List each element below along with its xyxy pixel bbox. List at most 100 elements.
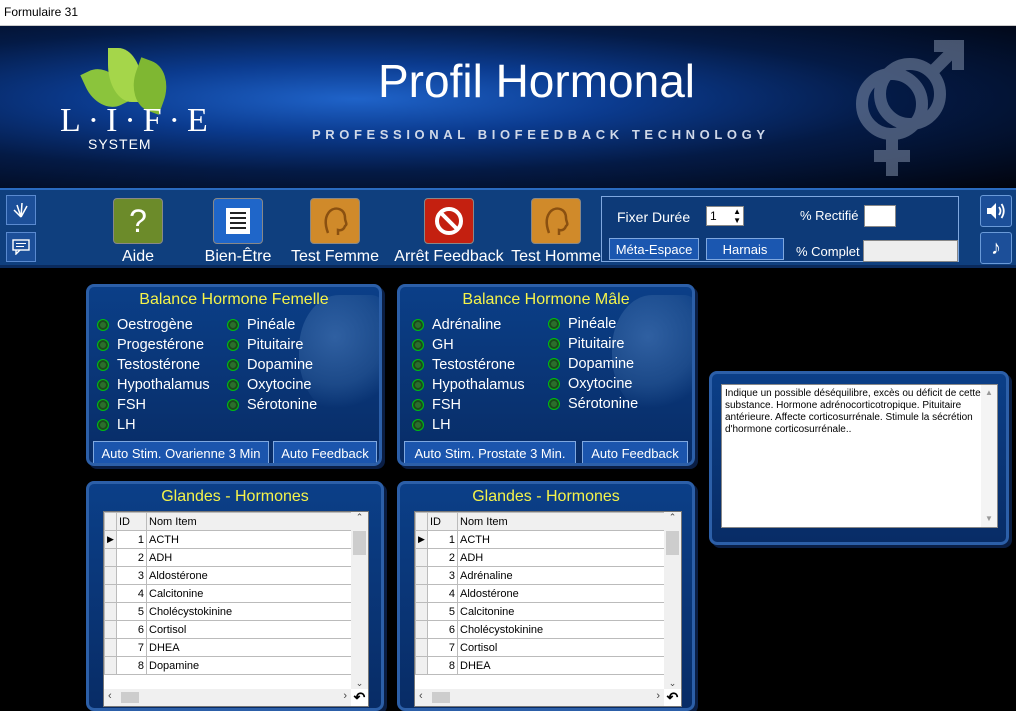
scroll-up-icon[interactable]: ▲ — [981, 385, 997, 399]
table-row[interactable]: 4 Calcitonine — [104, 584, 368, 603]
glands-left-hscroll[interactable]: ‹ › — [104, 689, 351, 706]
hormone-option[interactable]: GH — [412, 337, 454, 353]
hormone-option[interactable]: Pituitaire — [548, 336, 624, 352]
male-auto-feedback-button[interactable]: Auto Feedback — [582, 441, 688, 463]
chat-icon[interactable] — [6, 232, 36, 262]
scroll-down-icon[interactable]: ⌄ — [664, 678, 681, 689]
column-header[interactable]: ID — [427, 512, 458, 531]
radio-button[interactable] — [412, 379, 424, 391]
table-row[interactable]: 8 DHEA — [415, 656, 681, 675]
hormone-option[interactable]: Progestérone — [97, 337, 204, 353]
scroll-left-icon[interactable]: ‹ — [108, 690, 112, 702]
scroll-down-icon[interactable]: ▼ — [981, 513, 997, 525]
hormone-option[interactable]: Pinéale — [548, 316, 616, 332]
radio-button[interactable] — [548, 378, 560, 390]
radio-button[interactable] — [227, 339, 239, 351]
auto-stim-ovarian-button[interactable]: Auto Stim. Ovarienne 3 Min — [93, 441, 269, 463]
radio-button[interactable] — [548, 358, 560, 370]
table-row[interactable]: 8 Dopamine — [104, 656, 368, 675]
hormone-option[interactable]: LH — [412, 417, 451, 433]
female-auto-feedback-button[interactable]: Auto Feedback — [273, 441, 377, 463]
refresh-icon[interactable]: ↶ — [664, 689, 681, 706]
scroll-thumb[interactable] — [666, 531, 679, 555]
radio-button[interactable] — [97, 399, 109, 411]
description-text[interactable]: Indique un possible déséquilibre, excès … — [721, 384, 998, 528]
radio-button[interactable] — [227, 399, 239, 411]
meta-space-button[interactable]: Méta-Espace — [609, 238, 699, 260]
speaker-icon[interactable] — [980, 195, 1012, 227]
hormone-option[interactable]: Dopamine — [548, 356, 634, 372]
radio-button[interactable] — [97, 339, 109, 351]
glands-right-hscroll[interactable]: ‹ › — [415, 689, 664, 706]
wellbeing-button[interactable]: Bien-Être — [203, 198, 273, 266]
radio-button[interactable] — [97, 419, 109, 431]
table-row[interactable]: ▶ 1 ACTH — [415, 530, 681, 549]
radio-button[interactable] — [227, 359, 239, 371]
hormone-option[interactable]: Oxytocine — [227, 377, 311, 393]
radio-button[interactable] — [227, 319, 239, 331]
radio-button[interactable] — [412, 399, 424, 411]
column-header[interactable]: Nom Item — [457, 512, 681, 531]
row-selector[interactable] — [104, 602, 117, 621]
radio-button[interactable] — [548, 338, 560, 350]
row-selector[interactable] — [415, 584, 428, 603]
test-female-button[interactable]: Test Femme — [290, 198, 380, 266]
row-selector[interactable] — [415, 566, 428, 585]
hormone-option[interactable]: Testostérone — [97, 357, 200, 373]
scroll-thumb[interactable] — [353, 531, 366, 555]
hormone-option[interactable]: Pinéale — [227, 317, 295, 333]
column-header[interactable]: ID — [116, 512, 147, 531]
table-row[interactable]: 5 Cholécystokinine — [104, 602, 368, 621]
table-row[interactable]: 2 ADH — [415, 548, 681, 567]
signal-icon[interactable] — [6, 195, 36, 225]
row-selector[interactable] — [415, 602, 428, 621]
radio-button[interactable] — [97, 319, 109, 331]
table-row[interactable]: 4 Aldostérone — [415, 584, 681, 603]
scroll-thumb[interactable] — [432, 692, 450, 703]
stop-feedback-button[interactable]: Arrêt Feedback — [392, 198, 506, 266]
hormone-option[interactable]: Sérotonine — [227, 397, 317, 413]
duration-stepper[interactable]: 1 ▲ ▼ — [706, 206, 744, 226]
table-row[interactable]: 6 Cortisol — [104, 620, 368, 639]
harness-button[interactable]: Harnais — [706, 238, 784, 260]
table-row[interactable]: 2 ADH — [104, 548, 368, 567]
hormone-option[interactable]: Dopamine — [227, 357, 313, 373]
table-row[interactable]: 6 Cholécystokinine — [415, 620, 681, 639]
table-row[interactable]: 7 DHEA — [104, 638, 368, 657]
hormone-option[interactable]: Testostérone — [412, 357, 515, 373]
row-selector[interactable] — [415, 656, 428, 675]
hormone-option[interactable]: Pituitaire — [227, 337, 303, 353]
hormone-option[interactable]: Sérotonine — [548, 396, 638, 412]
hormone-option[interactable]: LH — [97, 417, 136, 433]
help-button[interactable]: ? Aide — [112, 198, 164, 266]
radio-button[interactable] — [227, 379, 239, 391]
radio-button[interactable] — [412, 359, 424, 371]
refresh-icon[interactable]: ↶ — [351, 689, 368, 706]
radio-button[interactable] — [97, 379, 109, 391]
test-male-button[interactable]: Test Homme — [510, 198, 602, 266]
radio-button[interactable] — [548, 318, 560, 330]
row-selector[interactable] — [104, 548, 117, 567]
radio-button[interactable] — [548, 398, 560, 410]
music-note-icon[interactable]: ♪ — [980, 232, 1012, 264]
table-row[interactable]: 7 Cortisol — [415, 638, 681, 657]
hormone-option[interactable]: Adrénaline — [412, 317, 501, 333]
auto-stim-prostate-button[interactable]: Auto Stim. Prostate 3 Min. — [404, 441, 576, 463]
row-selector[interactable] — [104, 566, 117, 585]
radio-button[interactable] — [97, 359, 109, 371]
glands-right-vscroll[interactable]: ⌃ ⌄ — [664, 512, 681, 689]
radio-button[interactable] — [412, 319, 424, 331]
row-selector[interactable] — [104, 584, 117, 603]
table-row[interactable]: 5 Calcitonine — [415, 602, 681, 621]
hormone-option[interactable]: Hypothalamus — [97, 377, 210, 393]
glands-left-grid[interactable]: ID Nom Item ▶ 1 ACTH 2 ADH 3 Aldostérone 4 Calcito… — [103, 511, 369, 707]
row-selector[interactable] — [415, 620, 428, 639]
hormone-option[interactable]: Oxytocine — [548, 376, 632, 392]
radio-button[interactable] — [412, 339, 424, 351]
table-row[interactable]: ▶ 1 ACTH — [104, 530, 368, 549]
table-row[interactable]: 3 Aldostérone — [104, 566, 368, 585]
hormone-option[interactable]: Hypothalamus — [412, 377, 525, 393]
description-scrollbar[interactable]: ▲ ▼ — [981, 385, 997, 527]
scroll-up-icon[interactable]: ⌃ — [664, 512, 681, 529]
glands-left-vscroll[interactable]: ⌃ ⌄ — [351, 512, 368, 689]
